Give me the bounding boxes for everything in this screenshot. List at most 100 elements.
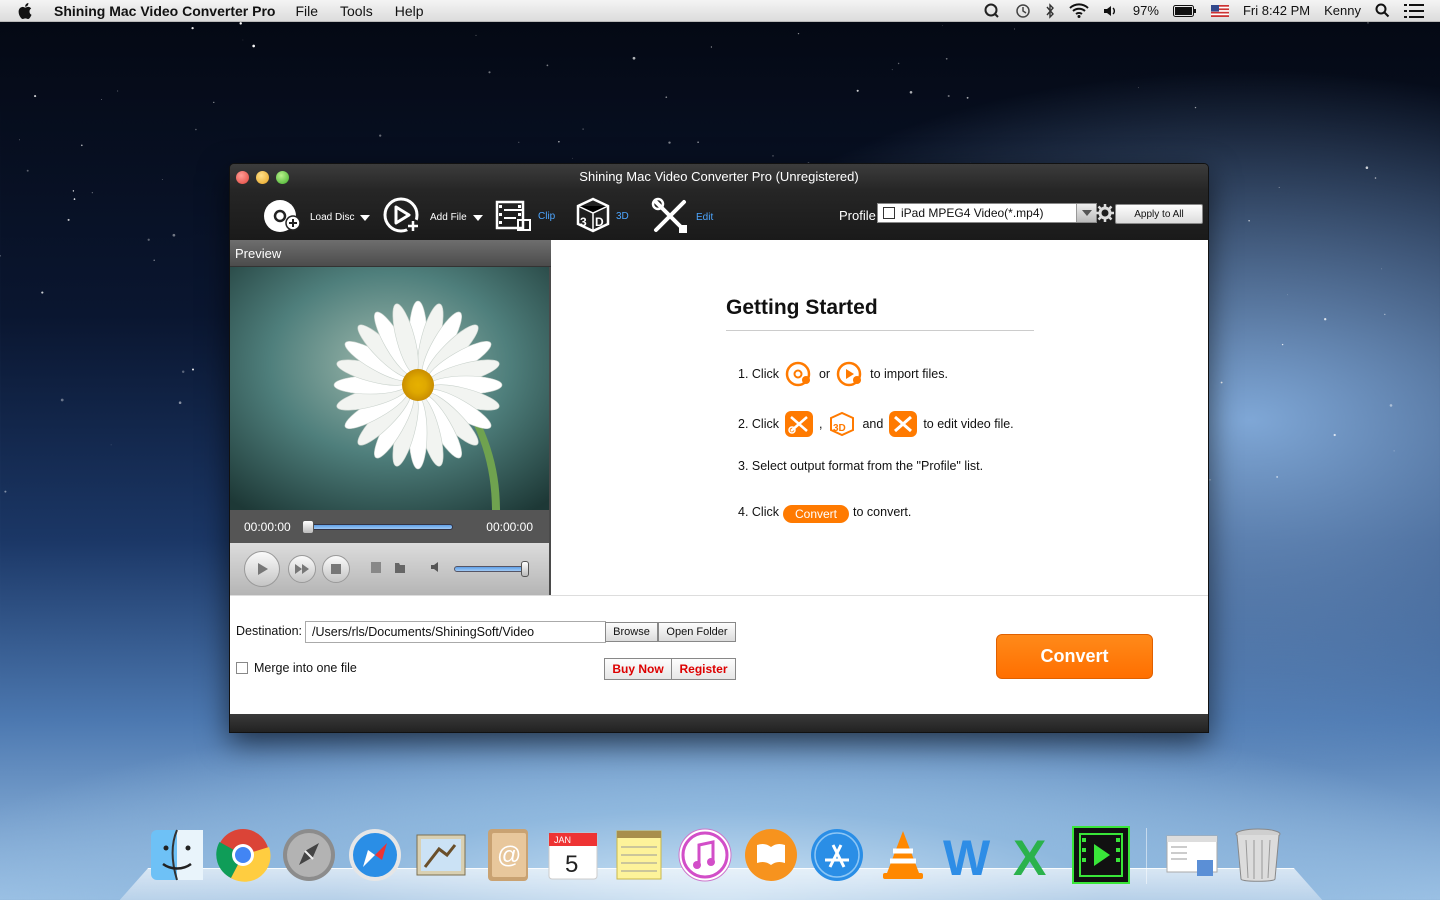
clock[interactable]: Fri 8:42 PM xyxy=(1243,3,1310,18)
volume-handle[interactable] xyxy=(521,561,529,577)
apple-icon[interactable] xyxy=(18,2,38,20)
downloads-icon[interactable] xyxy=(1163,826,1221,884)
chrome-icon[interactable] xyxy=(214,826,272,884)
volume-slider[interactable] xyxy=(454,561,529,577)
user-name[interactable]: Kenny xyxy=(1324,3,1361,18)
merge-option[interactable]: Merge into one file xyxy=(236,661,357,675)
edit-button[interactable]: Edit xyxy=(650,196,713,239)
step-1-text: 1. Click xyxy=(738,367,779,381)
add-file-label: Add File xyxy=(430,212,467,223)
close-window-button[interactable] xyxy=(236,171,249,184)
mail-icon[interactable] xyxy=(412,826,470,884)
menu-help[interactable]: Help xyxy=(395,3,424,19)
register-button[interactable]: Register xyxy=(671,658,736,680)
app-name-menu[interactable]: Shining Mac Video Converter Pro xyxy=(54,3,275,19)
bluetooth-icon[interactable] xyxy=(1045,2,1055,19)
dock: @ JAN 5 W X xyxy=(148,822,1287,884)
clip-label: Clip xyxy=(538,211,556,222)
load-disc-label: Load Disc xyxy=(310,212,355,223)
convert-button[interactable]: Convert xyxy=(996,634,1153,679)
step-2: 2. Click , 3D and to edit video file. xyxy=(738,411,1014,437)
battery-icon[interactable] xyxy=(1172,4,1197,17)
safari-icon[interactable] xyxy=(346,826,404,884)
buy-now-button[interactable]: Buy Now xyxy=(604,658,672,680)
dock-separator xyxy=(1146,828,1147,884)
inline-convert-badge: Convert xyxy=(782,505,850,523)
preview-video xyxy=(230,267,549,510)
menu-bar: Shining Mac Video Converter Pro File Too… xyxy=(0,0,1440,22)
clip-button[interactable]: Clip xyxy=(494,196,555,237)
menu-tools[interactable]: Tools xyxy=(340,3,373,19)
gear-icon[interactable] xyxy=(1096,204,1114,227)
apply-to-all-button[interactable]: Apply to All xyxy=(1115,204,1203,224)
stop-button[interactable] xyxy=(322,555,350,583)
fast-forward-button[interactable] xyxy=(288,555,316,583)
vlc-icon[interactable] xyxy=(874,826,932,884)
time-bar: 00:00:00 00:00:00 xyxy=(230,510,549,543)
preview-panel: Preview 00:00:00 00:00:00 xyxy=(230,240,551,595)
playback-controls xyxy=(230,543,549,595)
calendar-day: 5 xyxy=(565,851,578,878)
profile-select[interactable]: iPad MPEG4 Video(*.mp4) xyxy=(877,203,1097,223)
svg-text:3: 3 xyxy=(580,215,587,229)
volume-icon[interactable] xyxy=(1103,4,1119,18)
profile-checkbox[interactable] xyxy=(883,207,895,219)
toolbar: Load Disc Add File Clip 3D 3D Edit Profi… xyxy=(230,190,1208,240)
chevron-down-icon[interactable] xyxy=(1076,204,1096,222)
us-flag-icon[interactable] xyxy=(1210,4,1229,17)
preview-header: Preview xyxy=(230,240,551,267)
svg-text:W: W xyxy=(943,830,991,883)
zoom-window-button[interactable] xyxy=(276,171,289,184)
video-converter-icon[interactable] xyxy=(1072,826,1130,884)
open-folder-button[interactable]: Open Folder xyxy=(658,622,736,642)
wifi-icon[interactable] xyxy=(1069,3,1089,18)
chevron-down-icon xyxy=(472,214,483,221)
svg-text:X: X xyxy=(1013,830,1046,883)
merge-checkbox[interactable] xyxy=(236,662,248,674)
word-icon[interactable]: W xyxy=(940,826,998,884)
clip-scissors-icon xyxy=(784,411,813,437)
launchpad-icon[interactable] xyxy=(280,826,338,884)
step-3: 3. Select output format from the "Profil… xyxy=(738,459,983,473)
destination-field[interactable]: /Users/rls/Documents/ShiningSoft/Video xyxy=(305,621,606,643)
list-icon[interactable] xyxy=(1404,3,1424,18)
snapshot-icon[interactable] xyxy=(370,560,382,579)
seek-slider[interactable] xyxy=(301,519,453,534)
finder-icon[interactable] xyxy=(148,826,206,884)
itunes-icon[interactable] xyxy=(676,826,734,884)
tools-icon xyxy=(650,196,692,239)
3d-cube-icon: 3D xyxy=(574,196,612,237)
title-bar[interactable]: Shining Mac Video Converter Pro (Unregis… xyxy=(230,164,1208,190)
app-store-icon[interactable] xyxy=(808,826,866,884)
excel-icon[interactable]: X xyxy=(1006,826,1064,884)
browse-button[interactable]: Browse xyxy=(605,622,658,642)
edit-label: Edit xyxy=(696,212,714,223)
search-icon[interactable] xyxy=(1375,3,1390,18)
notes-icon[interactable] xyxy=(610,826,668,884)
add-file-button[interactable]: Add File xyxy=(382,196,483,239)
profile-value: iPad MPEG4 Video(*.mp4) xyxy=(901,206,1044,220)
load-disc-button[interactable]: Load Disc xyxy=(262,196,371,239)
seek-handle[interactable] xyxy=(301,519,314,534)
play-button[interactable] xyxy=(244,551,280,587)
minimize-window-button[interactable] xyxy=(256,171,269,184)
3d-button[interactable]: 3D 3D xyxy=(574,196,629,237)
menu-file[interactable]: File xyxy=(295,3,318,19)
tools-icon xyxy=(889,411,918,437)
step-2-end: to edit video file. xyxy=(923,417,1014,431)
calendar-icon[interactable]: JAN 5 xyxy=(544,826,602,884)
step-2-text: 2. Click xyxy=(738,417,779,431)
spotlight-circle-icon[interactable] xyxy=(984,3,1000,19)
trash-icon[interactable] xyxy=(1229,826,1287,884)
volume-icon[interactable] xyxy=(430,560,444,578)
step-1: 1. Click or to import files. xyxy=(738,361,948,387)
svg-text:D: D xyxy=(595,215,604,229)
folder-icon[interactable] xyxy=(394,560,406,579)
step-2-comma: , xyxy=(818,417,823,431)
contacts-icon[interactable]: @ xyxy=(478,826,536,884)
time-machine-icon[interactable] xyxy=(1014,3,1031,19)
calendar-month: JAN xyxy=(554,835,571,845)
step-2-and: and xyxy=(862,417,884,431)
ibooks-icon[interactable] xyxy=(742,826,800,884)
step-1-or: or xyxy=(818,367,831,381)
